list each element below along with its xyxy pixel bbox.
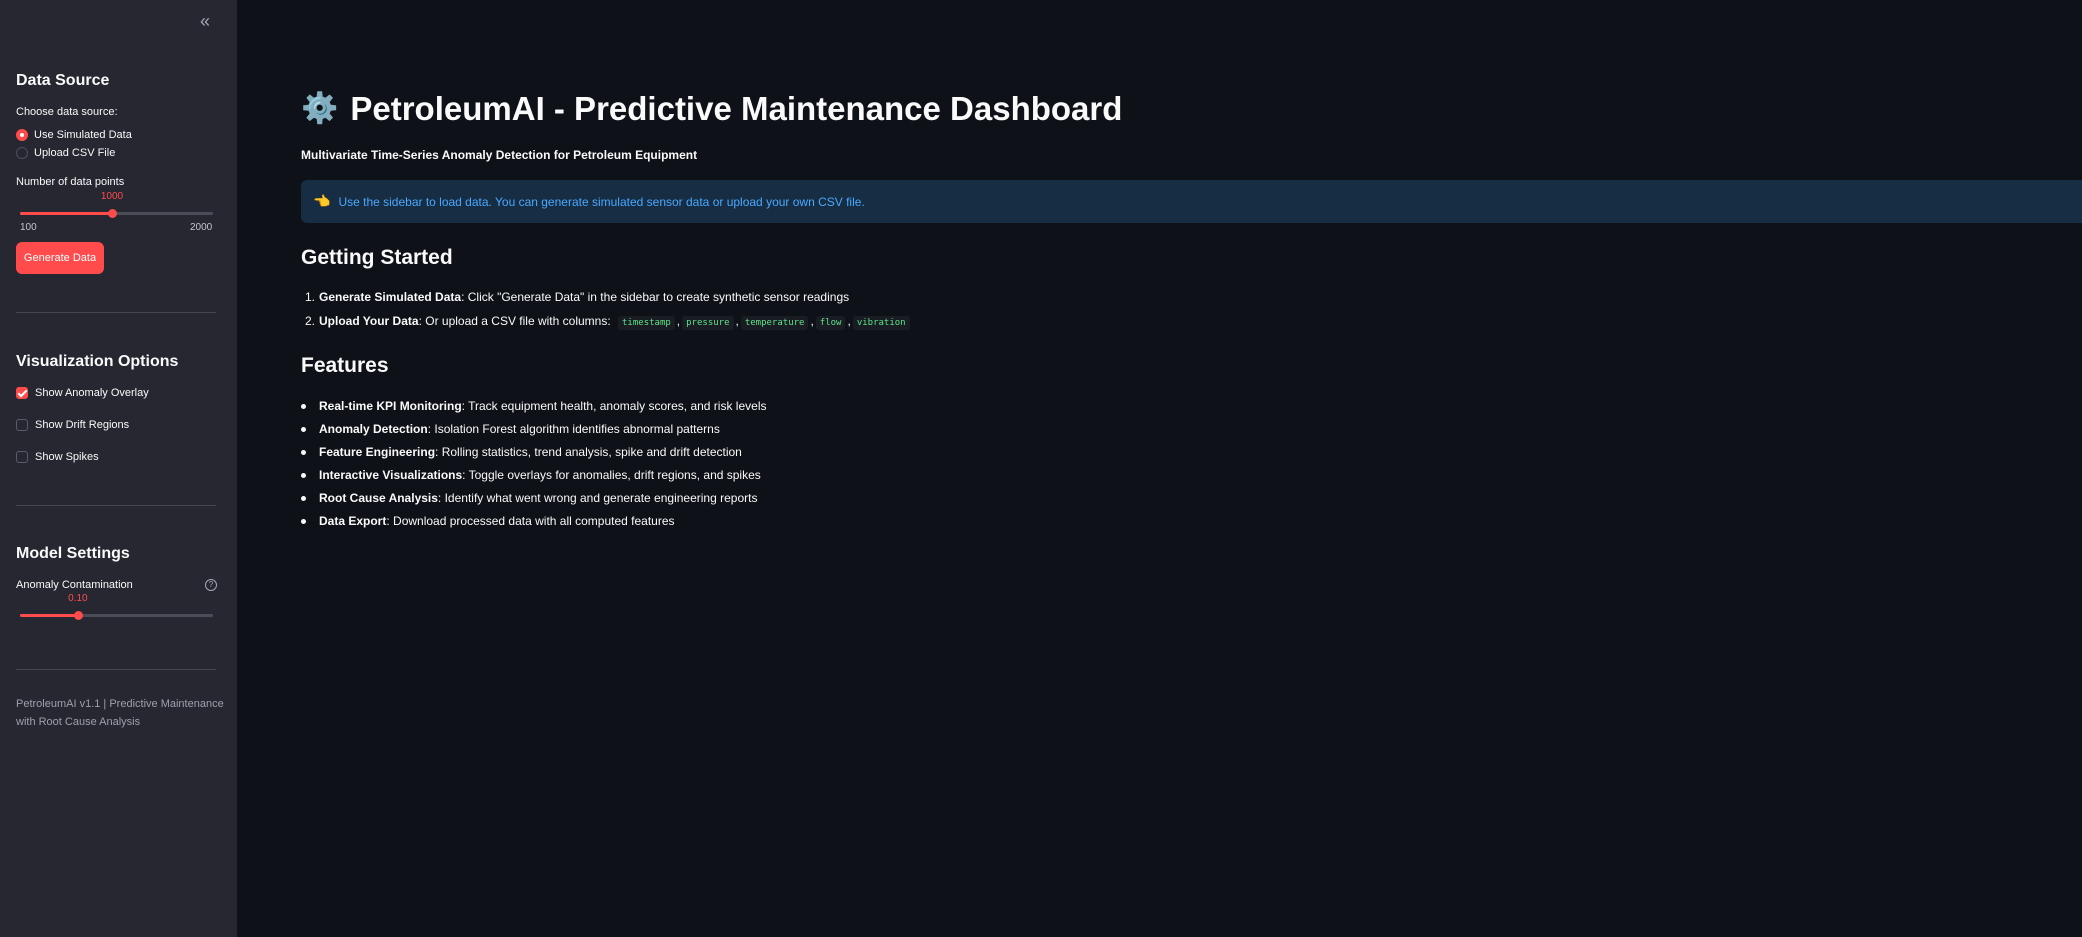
radio-selected-icon[interactable] (16, 129, 28, 141)
data-source-label: Choose data source: (16, 106, 118, 118)
bullet-icon (301, 450, 306, 455)
bullet-icon (301, 519, 306, 524)
step-title: Generate Simulated Data (319, 290, 462, 304)
sidebar-footer: PetroleumAI v1.1 | Predictive Maintenanc… (16, 698, 224, 728)
sidebar-divider (16, 669, 216, 670)
checkbox-unchecked-icon[interactable] (16, 451, 28, 463)
bullet-icon (301, 473, 306, 478)
radio-upload-csv[interactable]: Upload CSV File (16, 146, 115, 160)
checkbox-anomaly-overlay[interactable]: Show Anomaly Overlay (16, 386, 149, 400)
slider-thumb[interactable] (73, 611, 83, 620)
generate-data-button[interactable]: Generate Data (16, 242, 104, 274)
slider-max-label: 2000 (190, 222, 213, 233)
slider-min-label: 100 (20, 222, 37, 233)
info-alert: 👈 Use the sidebar to load data. You can … (301, 180, 2082, 223)
bullet-icon (301, 496, 306, 501)
help-icon[interactable]: ? (205, 579, 217, 591)
slider-fill (20, 614, 78, 617)
slider-value: 1000 (100, 191, 124, 202)
checkbox-unchecked-icon[interactable] (16, 419, 28, 431)
gear-icon: ⚙️ (301, 92, 339, 125)
sidebar-divider (16, 312, 216, 313)
page-title: ⚙️ PetroleumAI - Predictive Maintenance … (301, 90, 1122, 128)
pointing-hand-icon: 👈 (313, 193, 331, 209)
checkbox-label: Show Spikes (35, 451, 99, 463)
column-code-temperature: temperature (740, 316, 809, 330)
checkbox-checked-icon[interactable] (16, 387, 28, 399)
getting-started-heading: Getting Started (301, 246, 453, 269)
features-heading: Features (301, 354, 389, 377)
contamination-slider[interactable]: 0.10 (20, 593, 213, 622)
sidebar-divider (16, 505, 216, 506)
info-text: Use the sidebar to load data. You can ge… (338, 194, 865, 209)
page-subtitle: Multivariate Time-Series Anomaly Detecti… (301, 148, 698, 162)
model-settings-heading: Model Settings (16, 545, 130, 562)
list-number: 1. (305, 290, 316, 304)
bullet-icon (301, 404, 306, 409)
step-text: : Or upload a CSV file with columns: (418, 314, 611, 328)
sidebar: « Data Source Choose data source: Use Si… (0, 0, 237, 937)
step-title: Upload Your Data (319, 314, 419, 328)
radio-simulated-data[interactable]: Use Simulated Data (16, 128, 132, 142)
page-title-text: PetroleumAI - Predictive Maintenance Das… (350, 90, 1123, 127)
radio-label: Use Simulated Data (34, 129, 132, 141)
step-text: : Click "Generate Data" in the sidebar t… (461, 290, 850, 304)
slider-thumb[interactable] (108, 209, 117, 218)
column-code-flow: flow (815, 316, 846, 330)
radio-unselected-icon[interactable] (16, 147, 28, 159)
visualization-heading: Visualization Options (16, 353, 179, 370)
data-points-label: Number of data points (16, 176, 125, 188)
slider-value: 0.10 (68, 593, 88, 604)
data-points-slider[interactable]: 1000 (20, 191, 213, 220)
column-code-vibration: vibration (852, 316, 910, 330)
column-code-pressure: pressure (682, 316, 734, 330)
double-chevron-left-icon[interactable]: « (196, 12, 214, 30)
bullet-icon (301, 427, 306, 432)
data-source-heading: Data Source (16, 72, 110, 89)
checkbox-label: Show Anomaly Overlay (35, 387, 149, 399)
list-number: 2. (305, 314, 316, 328)
contamination-label: Anomaly Contamination (16, 579, 133, 591)
main-content: ⚙️ PetroleumAI - Predictive Maintenance … (237, 0, 2082, 937)
checkbox-spikes[interactable]: Show Spikes (16, 450, 99, 464)
radio-label: Upload CSV File (34, 147, 116, 159)
column-code-timestamp: timestamp (618, 316, 675, 330)
checkbox-label: Show Drift Regions (35, 419, 130, 431)
slider-fill (20, 212, 112, 215)
checkbox-drift-regions[interactable]: Show Drift Regions (16, 418, 129, 432)
